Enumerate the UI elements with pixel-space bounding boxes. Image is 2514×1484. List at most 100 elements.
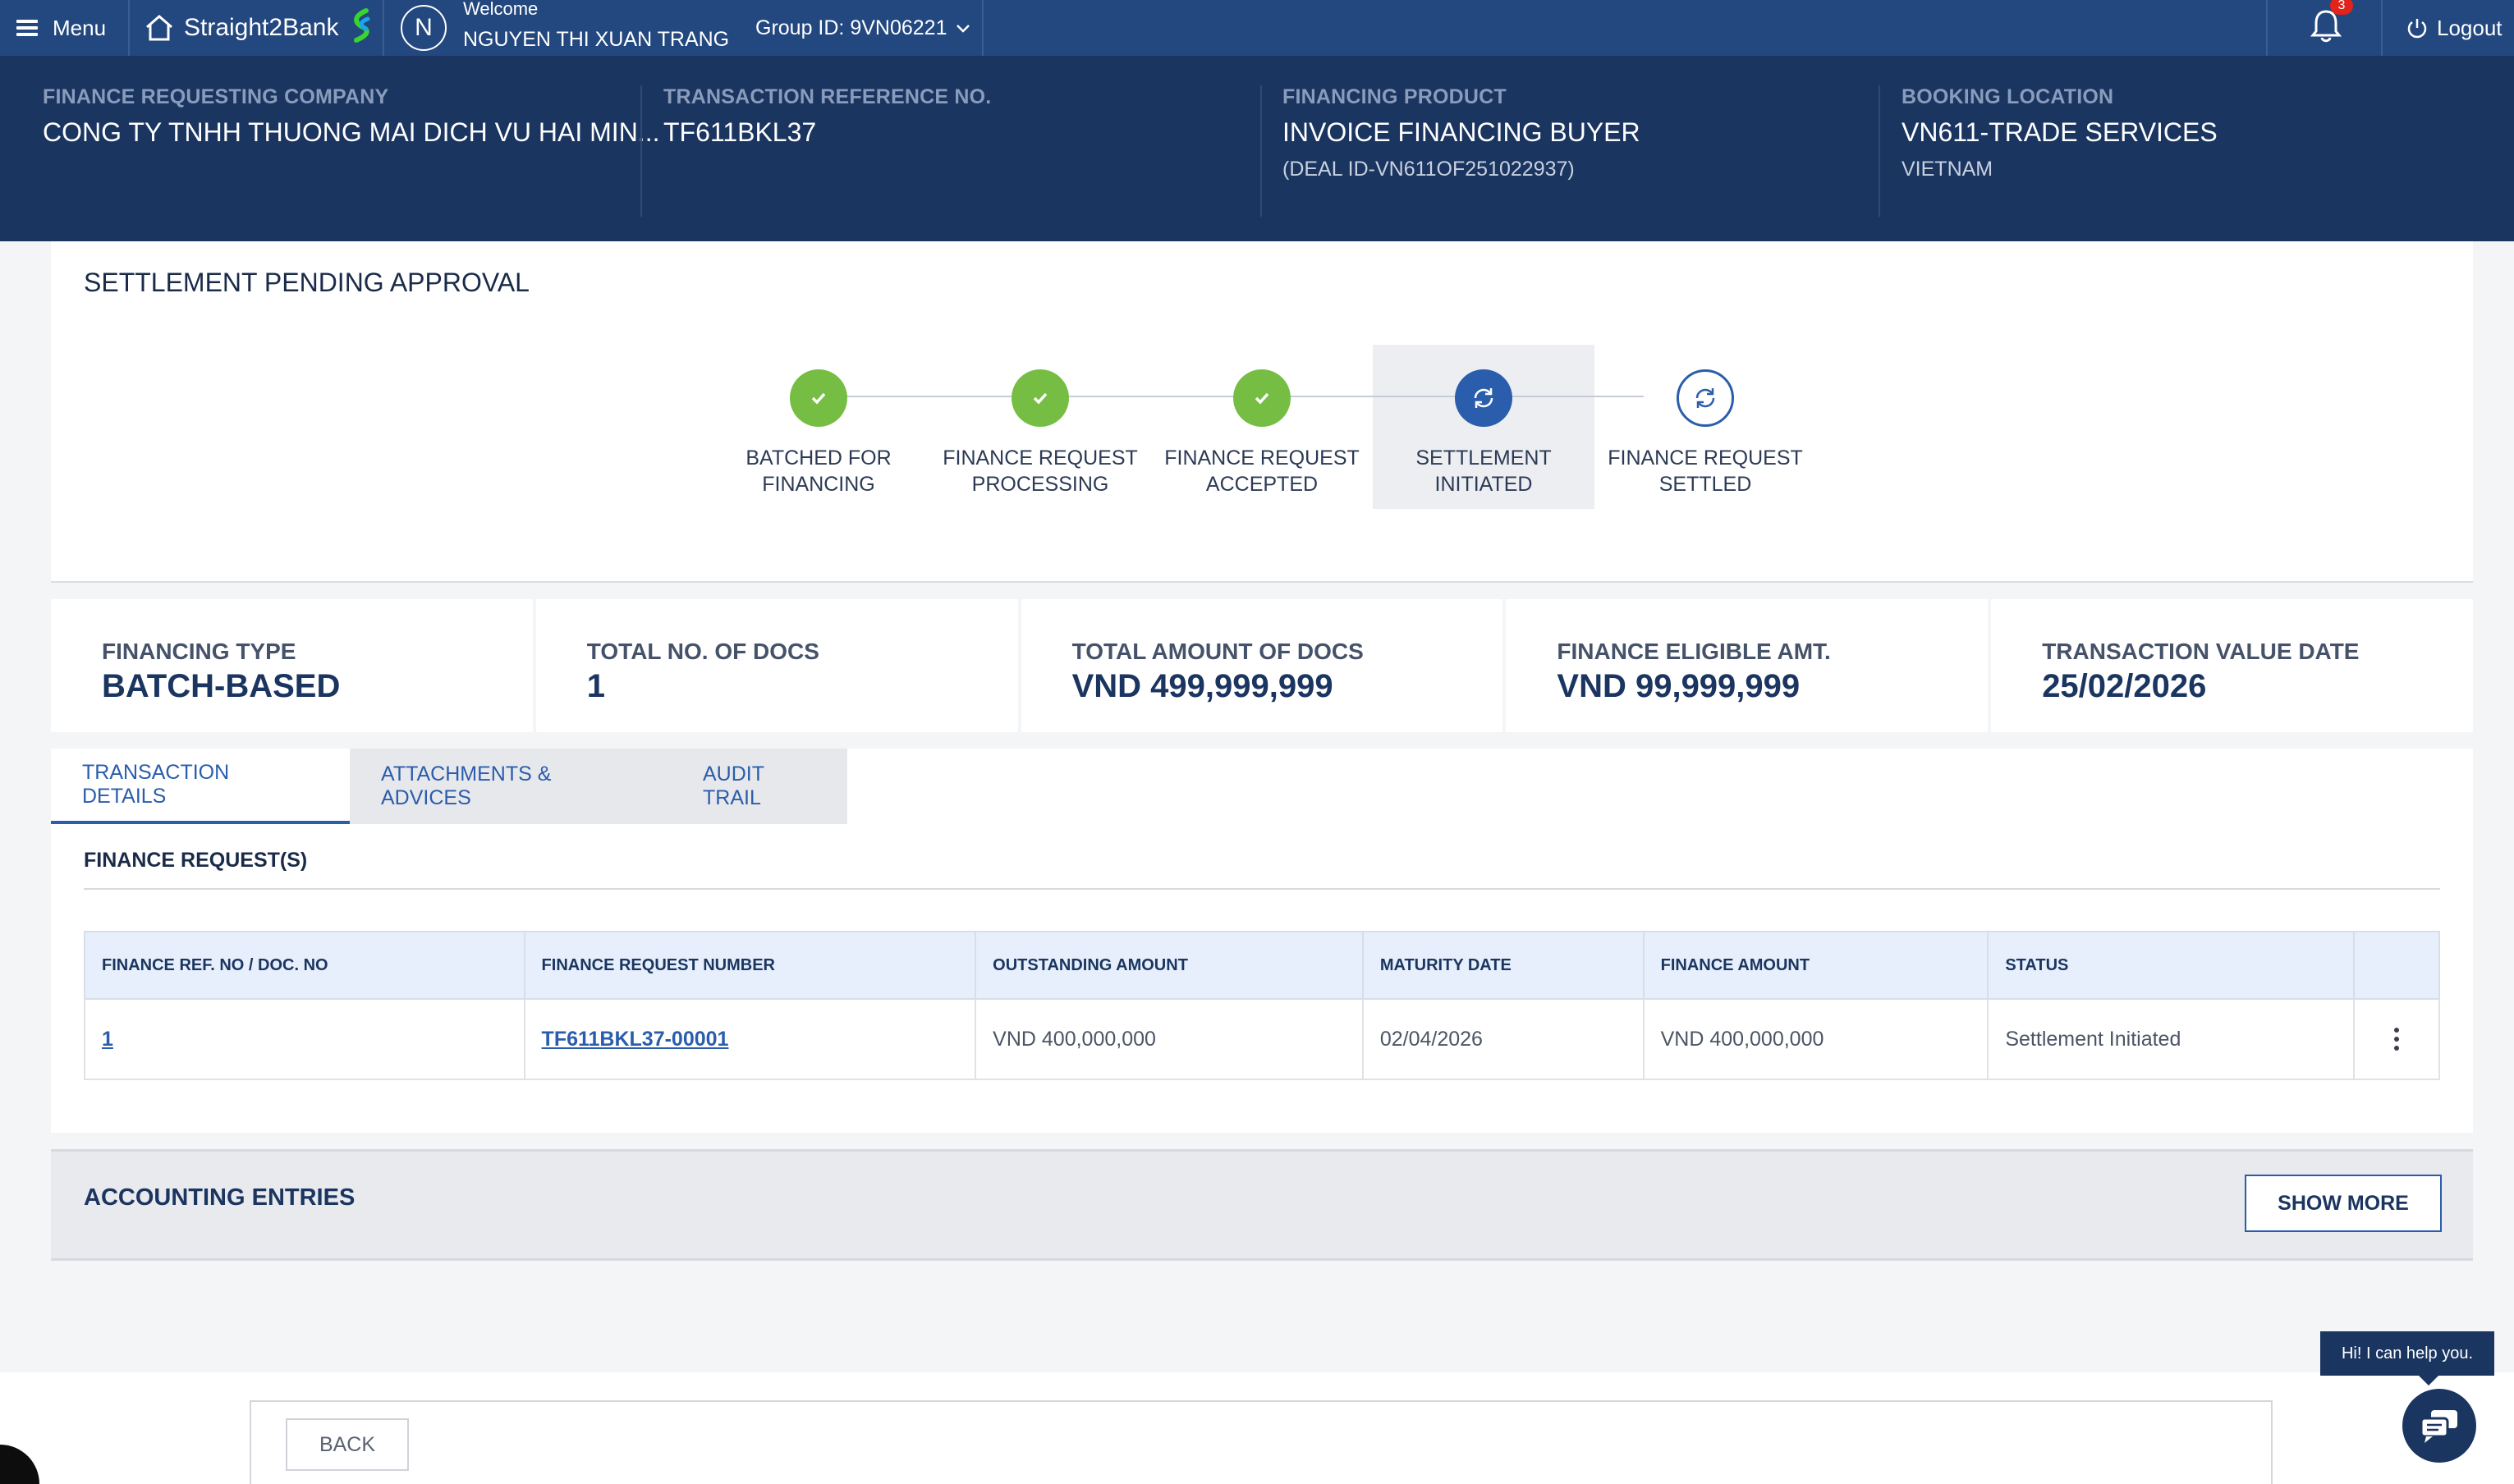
section-divider xyxy=(84,888,2440,890)
step-batched: BATCHED FOR FINANCING xyxy=(708,369,929,497)
step-processing: FINANCE REQUEST PROCESSING xyxy=(929,369,1151,497)
nav-divider xyxy=(2266,0,2268,56)
reference-label: TRANSACTION REFERENCE NO. xyxy=(663,85,992,108)
check-icon xyxy=(1012,369,1069,427)
brand-name: Straight2Bank xyxy=(184,14,339,41)
back-button[interactable]: BACK xyxy=(286,1418,409,1471)
logout-button[interactable]: Logout xyxy=(2406,0,2503,56)
nav-divider xyxy=(128,0,130,56)
detail-tabs: TRANSACTION DETAILS ATTACHMENTS & ADVICE… xyxy=(51,749,847,824)
location-country: VIETNAM xyxy=(1902,158,1993,181)
column-header: FINANCE REF. NO / DOC. NO xyxy=(84,931,525,1000)
reference-value: TF611BKL37 xyxy=(663,117,817,147)
summary-label: TOTAL AMOUNT OF DOCS xyxy=(1071,639,1364,664)
step-label: FINANCE REQUEST SETTLED xyxy=(1608,447,1803,496)
accounting-title: ACCOUNTING ENTRIES xyxy=(84,1184,356,1211)
step-label: SETTLEMENT INITIATED xyxy=(1415,447,1552,496)
status-text: Settlement Initiated xyxy=(1987,998,2356,1080)
summary-value: BATCH-BASED xyxy=(102,668,341,704)
welcome-label: Welcome xyxy=(463,0,539,19)
transaction-header: FINANCE REQUESTING COMPANY CONG TY TNHH … xyxy=(0,56,2514,241)
deal-id: (DEAL ID-VN611OF251022937) xyxy=(1282,158,1575,181)
summary-label: TOTAL NO. OF DOCS xyxy=(586,639,819,664)
menu-button[interactable]: Menu xyxy=(16,0,106,56)
show-more-button[interactable]: SHOW MORE xyxy=(2245,1175,2442,1232)
menu-label: Menu xyxy=(53,15,107,40)
tab-attachments-advices[interactable]: ATTACHMENTS & ADVICES xyxy=(350,749,672,824)
maturity-date: 02/04/2026 xyxy=(1361,998,1645,1080)
column-header: FINANCE REQUEST NUMBER xyxy=(523,931,977,1000)
summary-value-date: TRANSACTION VALUE DATE 25/02/2026 xyxy=(1991,599,2473,732)
summary-value: 1 xyxy=(586,668,606,704)
chat-bubble-icon xyxy=(2420,1410,2457,1443)
nav-divider xyxy=(383,0,384,56)
brand-home-link[interactable]: Straight2Bank xyxy=(145,0,373,56)
product-label: FINANCING PRODUCT xyxy=(1282,85,1507,108)
finance-amount: VND 400,000,000 xyxy=(1642,998,1989,1080)
tab-bar-background xyxy=(847,749,2473,824)
company-value: CONG TY TNHH THUONG MAI DICH VU HAI MIN.… xyxy=(43,117,660,147)
step-label: BATCHED FOR FINANCING xyxy=(745,447,892,496)
column-header: FINANCE AMOUNT xyxy=(1642,931,1989,1000)
step-settlement-initiated: SETTLEMENT INITIATED xyxy=(1373,369,1594,497)
summary-value: VND 99,999,999 xyxy=(1557,668,1801,704)
table-row: 1 TF611BKL37-00001 VND 400,000,000 02/04… xyxy=(84,998,2440,1080)
transaction-details-panel: FINANCE REQUEST(S) FINANCE REF. NO / DOC… xyxy=(51,824,2473,1133)
summary-total-docs: TOTAL NO. OF DOCS 1 xyxy=(535,599,1018,732)
hamburger-icon xyxy=(16,20,38,36)
section-title: FINANCE REQUEST(S) xyxy=(84,849,308,872)
page-status-title: SETTLEMENT PENDING APPROVAL xyxy=(84,268,530,297)
summary-value: 25/02/2026 xyxy=(2042,668,2207,704)
step-settled: FINANCE REQUEST SETTLED xyxy=(1594,369,1816,497)
header-divider xyxy=(640,85,642,217)
chat-tooltip: Hi! I can help you. xyxy=(2320,1331,2494,1386)
summary-label: TRANSACTION VALUE DATE xyxy=(2042,639,2360,664)
summary-label: FINANCING TYPE xyxy=(102,639,296,664)
refresh-icon xyxy=(1677,369,1734,427)
column-header-actions xyxy=(2353,931,2440,1000)
tab-transaction-details[interactable]: TRANSACTION DETAILS xyxy=(51,749,350,824)
outstanding-amount: VND 400,000,000 xyxy=(975,998,1364,1080)
status-card: SETTLEMENT PENDING APPROVAL BATCHED FOR F… xyxy=(51,241,2473,583)
check-icon xyxy=(790,369,847,427)
welcome-block: Welcome NGUYEN THI XUAN TRANG xyxy=(463,0,729,50)
company-label: FINANCE REQUESTING COMPANY xyxy=(43,85,389,108)
group-id-label: Group ID: 9VN06221 xyxy=(755,16,947,39)
group-selector[interactable]: Group ID: 9VN06221 xyxy=(755,0,971,56)
finance-request-number-link[interactable]: TF611BKL37-00001 xyxy=(523,998,977,1080)
summary-strip: FINANCING TYPE BATCH-BASED TOTAL NO. OF … xyxy=(51,599,2473,732)
tab-audit-trail[interactable]: AUDIT TRAIL xyxy=(672,749,847,824)
summary-value: VND 499,999,999 xyxy=(1071,668,1333,704)
finance-requests-table: FINANCE REF. NO / DOC. NO FINANCE REQUES… xyxy=(84,931,2440,1080)
card-divider xyxy=(51,581,2473,583)
company-block: FINANCE REQUESTING COMPANY CONG TY TNHH … xyxy=(43,56,660,217)
column-header: OUTSTANDING AMOUNT xyxy=(975,931,1364,1000)
summary-total-amount: TOTAL AMOUNT OF DOCS VND 499,999,999 xyxy=(1021,599,1503,732)
accounting-entries-panel: ACCOUNTING ENTRIES SHOW MORE xyxy=(51,1149,2473,1261)
header-divider xyxy=(1260,85,1262,217)
header-divider xyxy=(1879,85,1880,217)
refresh-icon xyxy=(1455,369,1512,427)
column-header: STATUS xyxy=(1987,931,2356,1000)
check-icon xyxy=(1233,369,1291,427)
nav-divider xyxy=(2381,0,2383,56)
finance-ref-link[interactable]: 1 xyxy=(84,998,525,1080)
notification-badge: 3 xyxy=(2330,0,2353,15)
bank-logo-icon xyxy=(354,8,370,43)
location-value: VN611-TRADE SERVICES xyxy=(1902,117,2218,147)
product-value: INVOICE FINANCING BUYER xyxy=(1282,117,1640,147)
avatar[interactable]: N xyxy=(401,5,447,51)
summary-eligible-amount: FINANCE ELIGIBLE AMT. VND 99,999,999 xyxy=(1506,599,1989,732)
step-label: FINANCE REQUEST PROCESSING xyxy=(943,447,1138,496)
more-options-icon[interactable] xyxy=(2355,1028,2438,1051)
chevron-down-icon xyxy=(957,25,970,33)
chat-button[interactable] xyxy=(2402,1389,2476,1463)
top-navigation-bar: Menu Straight2Bank N Welcome NGUYEN THI … xyxy=(0,0,2514,56)
product-block: FINANCING PRODUCT INVOICE FINANCING BUYE… xyxy=(1282,56,1857,217)
location-block: BOOKING LOCATION VN611-TRADE SERVICES VI… xyxy=(1902,56,2476,217)
reference-block: TRANSACTION REFERENCE NO. TF611BKL37 xyxy=(663,56,1238,217)
power-icon xyxy=(2407,19,2427,39)
row-actions xyxy=(2353,998,2440,1080)
summary-financing-type: FINANCING TYPE BATCH-BASED xyxy=(51,599,533,732)
table-header-row: FINANCE REF. NO / DOC. NO FINANCE REQUES… xyxy=(84,931,2440,1000)
